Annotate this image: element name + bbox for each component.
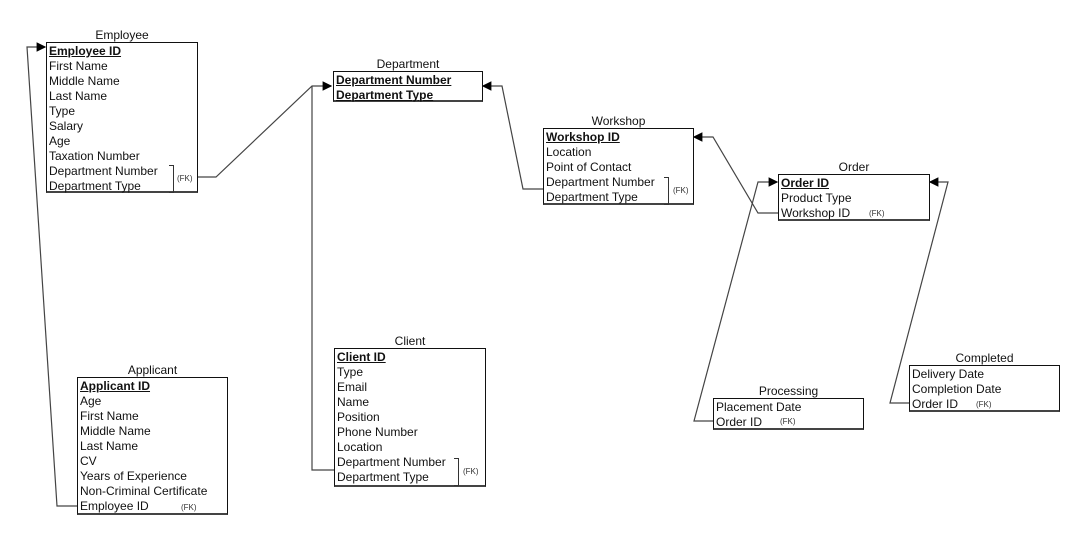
entity-title: Applicant xyxy=(127,363,178,377)
entity-title: Client xyxy=(394,334,426,348)
attribute: Email xyxy=(337,380,368,394)
attribute: Years of Experience xyxy=(80,469,187,483)
fk-bracket xyxy=(169,165,174,193)
attribute-fk: Department Type xyxy=(546,190,638,204)
attribute: Phone Number xyxy=(337,425,418,439)
entity-title: Order xyxy=(838,160,870,174)
attribute: Location xyxy=(546,145,592,159)
attribute: Product Type xyxy=(781,191,852,205)
attribute: Taxation Number xyxy=(49,149,140,163)
entity-title: Department xyxy=(376,57,440,71)
fk-bracket xyxy=(454,458,459,486)
attribute: Middle Name xyxy=(49,74,120,88)
fk-label: (FK) xyxy=(780,417,796,426)
fk-label: (FK) xyxy=(463,467,479,476)
entity-title: Completed xyxy=(955,351,1014,365)
attribute: Type xyxy=(49,104,76,118)
fk-bracket xyxy=(664,177,669,205)
attribute: First Name xyxy=(80,409,139,423)
entity-title: Workshop xyxy=(591,114,646,128)
attribute: Middle Name xyxy=(80,424,151,438)
entity-title: Employee xyxy=(95,28,149,42)
link-employee-department xyxy=(198,81,333,178)
entity-title: Processing xyxy=(758,384,819,398)
entity-order[interactable]: Order Order ID Product Type Workshop ID … xyxy=(778,161,930,221)
attribute: CV xyxy=(80,454,97,468)
attribute-fk: Department Type xyxy=(49,179,141,193)
attribute-pk: Order ID xyxy=(781,176,830,190)
entity-applicant[interactable]: Applicant Applicant ID Age First Name Mi… xyxy=(77,364,228,515)
attribute: Non-Criminal Certificate xyxy=(80,484,208,498)
link-client-department xyxy=(311,86,334,471)
entity-workshop[interactable]: Workshop Workshop ID Location Point of C… xyxy=(543,115,694,205)
fk-label: (FK) xyxy=(177,174,193,183)
link-order-workshop xyxy=(692,132,778,214)
attribute: Age xyxy=(80,394,102,408)
attribute: Location xyxy=(337,440,383,454)
attribute: Position xyxy=(337,410,380,424)
fk-label: (FK) xyxy=(976,400,992,409)
attribute-fk: Employee ID xyxy=(80,499,149,513)
attribute: Type xyxy=(337,365,364,379)
attribute-fk: Department Number xyxy=(49,164,158,178)
attribute-pk: Department Type xyxy=(336,88,434,102)
entity-client[interactable]: Client Client ID Type Email Name Positio… xyxy=(334,335,486,487)
entity-completed[interactable]: Completed Delivery Date Completion Date … xyxy=(909,352,1060,412)
attribute: Last Name xyxy=(49,89,108,103)
attribute-pk: Employee ID xyxy=(49,44,122,58)
attribute: Placement Date xyxy=(716,400,802,414)
fk-label: (FK) xyxy=(869,209,885,218)
attribute-pk: Workshop ID xyxy=(546,130,620,144)
attribute-fk: Workshop ID xyxy=(781,206,851,220)
attribute: Point of Contact xyxy=(546,160,632,174)
fk-label: (FK) xyxy=(181,503,197,512)
attribute-pk: Department Number xyxy=(336,73,452,87)
attribute-pk: Client ID xyxy=(337,350,386,364)
entity-department[interactable]: Department Department Number Department … xyxy=(333,58,483,102)
fk-label: (FK) xyxy=(673,186,689,195)
attribute-fk: Department Number xyxy=(546,175,655,189)
attribute: Age xyxy=(49,134,71,148)
attribute: Last Name xyxy=(80,439,139,453)
attribute: Completion Date xyxy=(912,382,1002,396)
attribute-pk: Applicant ID xyxy=(80,379,151,393)
link-workshop-department xyxy=(481,81,543,190)
attribute: First Name xyxy=(49,59,108,73)
attribute: Name xyxy=(337,395,370,409)
attribute: Delivery Date xyxy=(912,367,985,381)
entity-processing[interactable]: Processing Placement Date Order ID (FK) xyxy=(713,385,864,430)
attribute: Salary xyxy=(49,119,84,133)
entity-employee[interactable]: Employee Employee ID First Name Middle N… xyxy=(46,29,198,193)
